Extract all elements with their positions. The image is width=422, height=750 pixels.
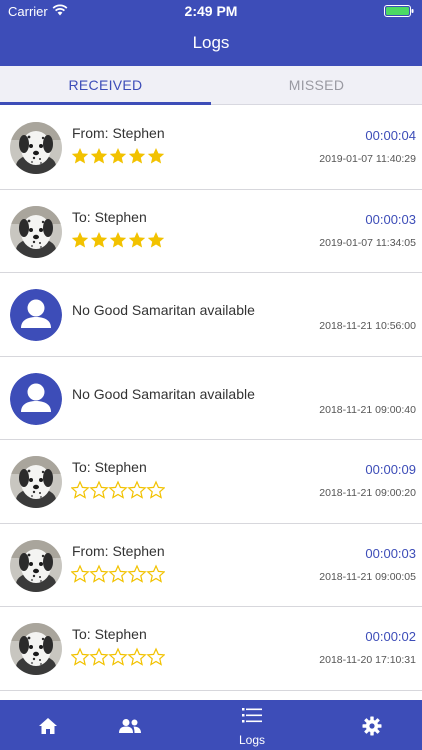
log-list[interactable]: From: Stephen 00:00:04 2019-01-07 11:40:29… — [0, 106, 422, 700]
tab-selected-indicator — [0, 102, 211, 105]
log-contact-name: To: Stephen — [72, 208, 147, 225]
dalmatian-avatar-image — [10, 122, 62, 174]
log-duration: 00:00:03 — [365, 545, 416, 561]
star-empty-icon — [89, 564, 109, 583]
star-filled-icon — [128, 148, 146, 164]
avatar — [10, 456, 62, 508]
log-duration: 00:00:04 — [365, 128, 416, 143]
log-timestamp: 2019-01-07 11:40:29 — [319, 153, 416, 165]
star-empty-icon — [89, 480, 109, 499]
dalmatian-avatar-image — [10, 456, 62, 508]
dalmatian-avatar-image — [10, 623, 62, 675]
rating-stars — [71, 148, 165, 164]
star-filled-icon — [109, 148, 127, 164]
star-filled-icon — [109, 231, 127, 247]
star-filled-icon — [90, 231, 108, 247]
tab-bar: RECEIVED MISSED — [0, 66, 422, 105]
bottom-nav: Logs — [0, 700, 422, 750]
nav-logs[interactable]: Logs — [232, 705, 272, 747]
status-bar: Carrier 2:49 PM — [0, 0, 422, 22]
log-contact-name: From: Stephen — [72, 542, 165, 559]
log-timestamp: 2018-11-21 09:00:05 — [319, 570, 416, 583]
log-timestamp: 2018-11-21 09:00:40 — [319, 403, 416, 416]
star-empty-icon — [127, 564, 147, 583]
dalmatian-avatar-image — [10, 205, 62, 258]
log-contact-name: To: Stephen — [72, 626, 147, 642]
tab-missed[interactable]: MISSED — [211, 66, 422, 105]
star-filled-icon — [147, 148, 165, 164]
log-row[interactable]: To: Stephen 00:00:02 2018-11-20 17:10:31 — [0, 607, 422, 691]
app-header: Carrier 2:49 PM Logs — [0, 0, 422, 66]
log-contact-name: No Good Samaritan available — [72, 385, 255, 402]
log-row[interactable]: To: Stephen 00:00:09 2018-11-21 09:00:20 — [0, 440, 422, 524]
nav-logs-label: Logs — [238, 733, 266, 747]
star-empty-icon — [108, 647, 128, 666]
log-row[interactable]: From: Stephen 00:00:04 2019-01-07 11:40:29 — [0, 106, 422, 190]
default-user-icon — [10, 372, 62, 425]
star-empty-icon — [71, 647, 90, 666]
log-timestamp: 2019-01-07 11:34:05 — [319, 236, 416, 249]
rating-stars — [71, 231, 165, 247]
avatar — [10, 205, 62, 258]
log-contact-name: No Good Samaritan available — [72, 302, 255, 318]
star-filled-icon — [147, 231, 165, 247]
status-time: 2:49 PM — [184, 3, 238, 19]
people-icon[interactable] — [118, 718, 142, 734]
default-user-icon — [10, 289, 62, 341]
list-icon — [242, 708, 262, 723]
log-row[interactable]: From: Stephen 00:00:03 2018-11-21 09:00:05 — [0, 524, 422, 607]
rating-stars — [71, 564, 165, 583]
star-empty-icon — [146, 647, 165, 666]
log-timestamp: 2018-11-20 17:10:31 — [319, 654, 416, 666]
avatar — [10, 122, 62, 174]
log-row[interactable]: No Good Samaritan available 2018-11-21 10… — [0, 273, 422, 357]
star-filled-icon — [90, 148, 108, 164]
star-empty-icon — [127, 647, 147, 666]
battery-icon — [384, 5, 414, 17]
star-empty-icon — [71, 480, 90, 499]
log-timestamp: 2018-11-21 10:56:00 — [319, 320, 416, 332]
star-empty-icon — [127, 480, 147, 499]
star-filled-icon — [71, 148, 89, 164]
rating-stars — [71, 480, 165, 499]
star-empty-icon — [108, 564, 128, 583]
page-title: Logs — [192, 33, 230, 52]
gear-icon[interactable] — [362, 716, 382, 736]
log-duration: 00:00:02 — [365, 629, 416, 644]
home-icon[interactable] — [38, 717, 58, 735]
log-timestamp: 2018-11-21 09:00:20 — [319, 487, 416, 499]
star-empty-icon — [146, 480, 165, 499]
log-duration: 00:00:09 — [365, 462, 416, 477]
star-filled-icon — [71, 231, 89, 247]
avatar — [10, 623, 62, 675]
log-contact-name: To: Stephen — [72, 459, 147, 475]
star-empty-icon — [71, 564, 90, 583]
avatar — [10, 289, 62, 341]
star-empty-icon — [146, 564, 165, 583]
star-filled-icon — [128, 231, 146, 247]
star-empty-icon — [108, 480, 128, 499]
rating-stars — [71, 647, 165, 666]
dalmatian-avatar-image — [10, 539, 62, 592]
log-row[interactable]: To: Stephen 00:00:03 2019-01-07 11:34:05 — [0, 190, 422, 273]
log-duration: 00:00:03 — [365, 211, 416, 227]
tab-received[interactable]: RECEIVED — [0, 66, 211, 105]
log-contact-name: From: Stephen — [72, 125, 165, 141]
star-empty-icon — [89, 647, 109, 666]
log-row[interactable]: No Good Samaritan available 2018-11-21 09… — [0, 357, 422, 440]
avatar — [10, 539, 62, 592]
avatar — [10, 372, 62, 425]
